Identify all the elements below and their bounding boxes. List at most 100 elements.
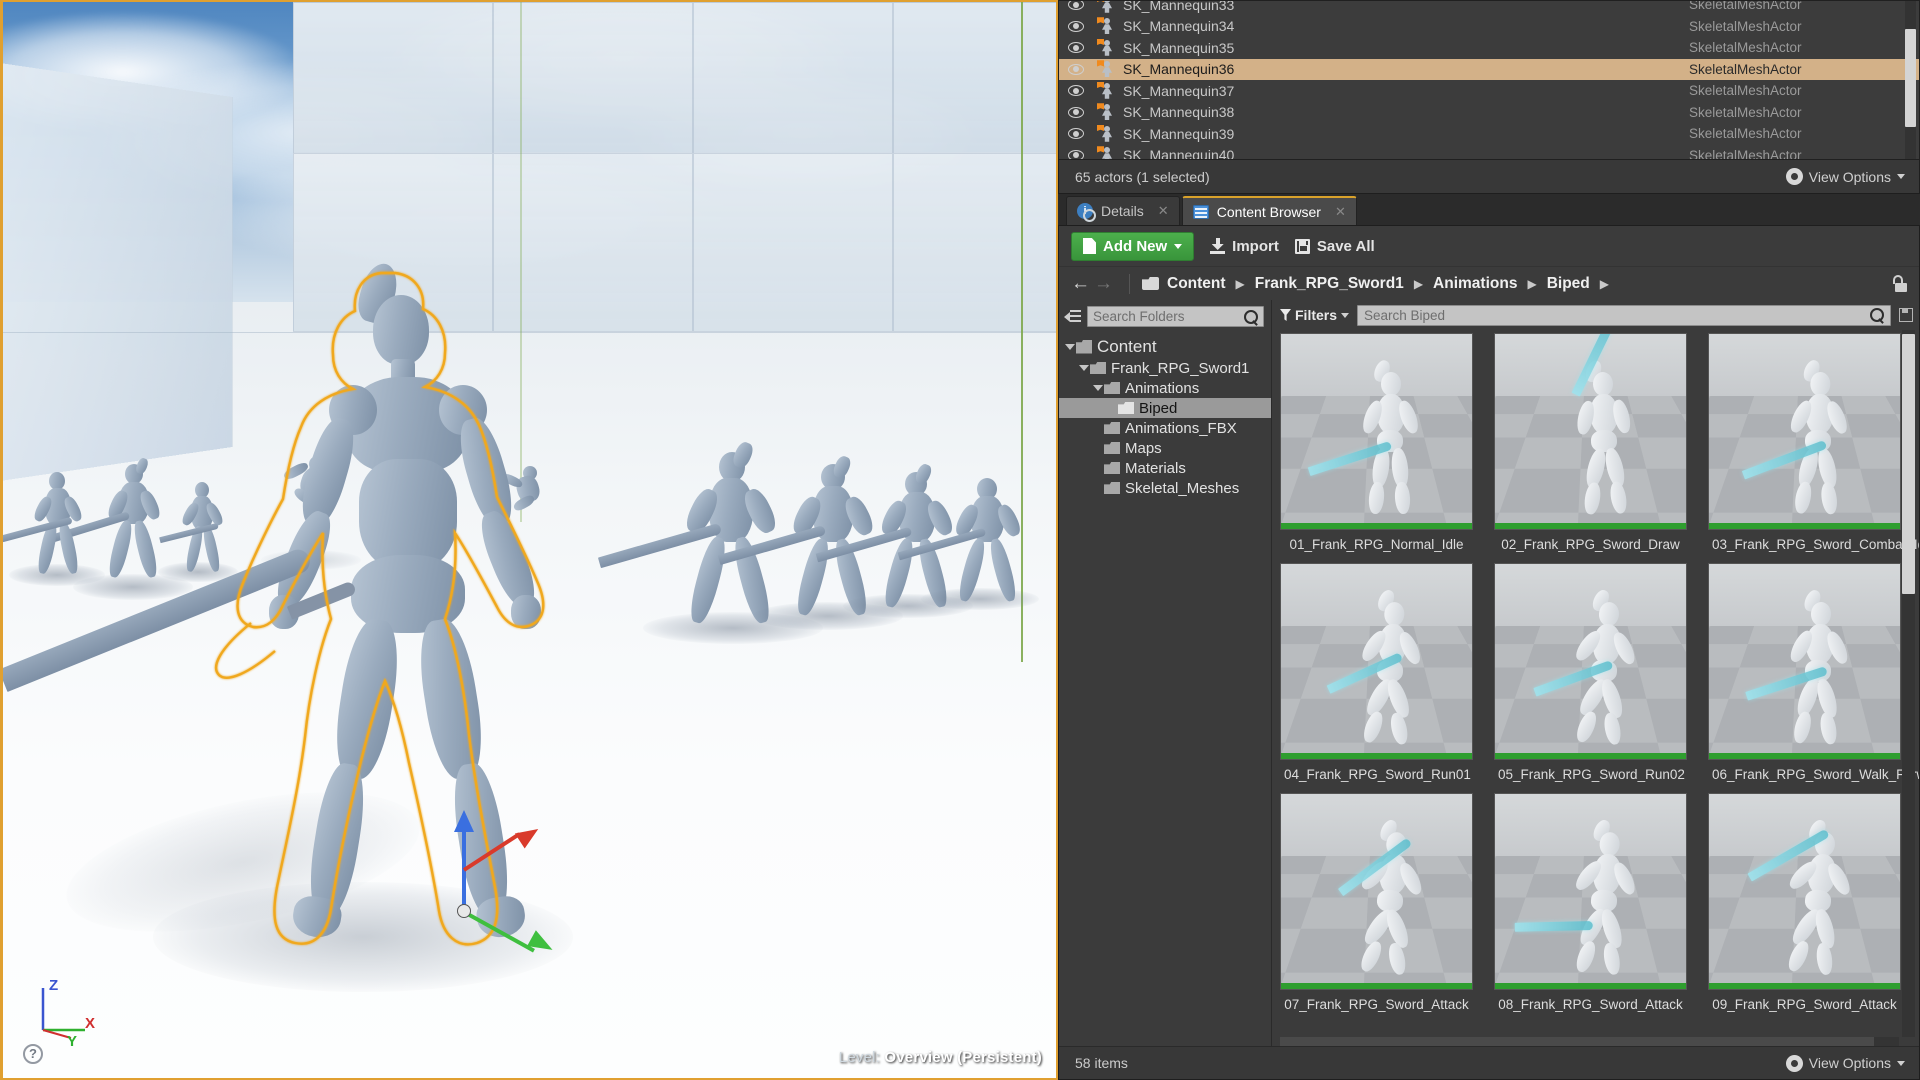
outliner-row[interactable]: SK_Mannequin37 SkeletalMeshActor <box>1059 80 1919 102</box>
breadcrumb-item-animations[interactable]: Animations <box>1433 275 1517 293</box>
gizmo-center-handle[interactable] <box>457 904 471 918</box>
nav-forward-button[interactable]: → <box>1094 273 1113 295</box>
visibility-toggle[interactable] <box>1059 106 1093 118</box>
folder-icon <box>1104 442 1120 454</box>
tab-content-browser[interactable]: Content Browser ✕ <box>1181 196 1357 225</box>
eye-icon <box>1068 42 1084 54</box>
folder-tree-node[interactable]: Animations_FBX <box>1059 418 1271 438</box>
folder-tree-node[interactable]: Content <box>1059 335 1271 358</box>
folder-search-input[interactable]: Search Folders <box>1087 306 1264 327</box>
gizmo-axis-x[interactable] <box>462 832 521 872</box>
folder-icon <box>1076 339 1092 354</box>
visibility-toggle[interactable] <box>1059 42 1093 54</box>
asset-tile[interactable]: 06_Frank_RPG_Sword_Walk_Forward <box>1708 563 1919 793</box>
asset-thumbnail[interactable] <box>1494 333 1687 530</box>
asset-thumbnail[interactable] <box>1708 333 1901 530</box>
asset-horizontal-scrollbar[interactable] <box>1280 1037 1899 1046</box>
asset-label: 07_Frank_RPG_Sword_Attack <box>1284 997 1469 1012</box>
folder-tree-node[interactable]: Maps <box>1059 438 1271 458</box>
folder-tree-node[interactable]: Frank_RPG_Sword1 <box>1059 358 1271 378</box>
breadcrumb-item-content[interactable]: Content <box>1167 275 1226 293</box>
outliner-row-name: SK_Mannequin36 <box>1123 61 1235 78</box>
asset-thumbnail[interactable] <box>1280 793 1473 990</box>
transform-gizmo[interactable] <box>418 810 557 958</box>
nav-back-button[interactable]: ← <box>1071 273 1090 295</box>
gizmo-axis-y[interactable] <box>463 910 535 953</box>
add-new-button[interactable]: Add New <box>1071 231 1195 261</box>
asset-tile[interactable]: 01_Frank_RPG_Normal_Idle <box>1280 333 1473 563</box>
asset-thumbnail[interactable] <box>1280 563 1473 760</box>
expand-triangle-icon[interactable] <box>1091 385 1104 391</box>
save-all-button[interactable]: Save All <box>1294 238 1375 255</box>
outliner-row-type: SkeletalMeshActor <box>1689 18 1802 34</box>
visibility-toggle[interactable] <box>1059 1 1093 11</box>
visibility-toggle[interactable] <box>1059 85 1093 97</box>
asset-thumbnail[interactable] <box>1494 563 1687 760</box>
folder-tree-node[interactable]: Biped <box>1059 398 1271 418</box>
content-browser-view-options-button[interactable]: View Options <box>1785 1054 1905 1072</box>
thumbnail-figure <box>1514 817 1642 976</box>
folder-tree-node[interactable]: Animations <box>1059 378 1271 398</box>
asset-thumbnail[interactable] <box>1280 333 1473 530</box>
asset-thumbnail[interactable] <box>1494 793 1687 990</box>
content-browser-footer: 58 items View Options <box>1059 1046 1919 1079</box>
asset-scrollbar-thumb[interactable] <box>1902 334 1915 594</box>
outliner-row-name: SK_Mannequin40 <box>1123 147 1235 160</box>
world-outliner[interactable]: SK_Mannequin33 SkeletalMeshActor SK_Manneq… <box>1058 0 1920 160</box>
asset-tile[interactable]: 08_Frank_RPG_Sword_Attack <box>1494 793 1687 1023</box>
close-icon[interactable]: ✕ <box>1158 203 1169 219</box>
outliner-row[interactable]: SK_Mannequin35 SkeletalMeshActor <box>1059 37 1919 59</box>
asset-label: 05_Frank_RPG_Sword_Run02 <box>1498 767 1685 782</box>
outliner-row[interactable]: SK_Mannequin36 SkeletalMeshActor <box>1059 58 1919 80</box>
filters-button[interactable]: Filters <box>1280 307 1350 323</box>
tab-details[interactable]: i Details ✕ <box>1066 196 1180 225</box>
expand-triangle-icon[interactable] <box>1063 343 1076 350</box>
visibility-toggle[interactable] <box>1059 63 1093 75</box>
background-character <box>897 478 1033 612</box>
asset-search-input[interactable]: Search Biped <box>1357 304 1891 326</box>
asset-type-color-bar <box>1281 983 1472 989</box>
outliner-scrollbar-thumb[interactable] <box>1905 29 1916 127</box>
visibility-toggle[interactable] <box>1059 20 1093 32</box>
level-viewport[interactable]: Z X Y ? Level: Overview (Persistent) <box>0 0 1058 1080</box>
lock-open-icon[interactable] <box>1891 275 1907 292</box>
skeletal-mesh-icon <box>1093 124 1121 142</box>
asset-grid-scroll-area[interactable]: 01_Frank_RPG_Normal_Idle 02_Frank_RPG_Swo… <box>1272 330 1919 1037</box>
asset-label: 02_Frank_RPG_Sword_Draw <box>1501 537 1680 552</box>
outliner-row[interactable]: SK_Mannequin33 SkeletalMeshActor <box>1059 1 1919 16</box>
expand-triangle-icon[interactable] <box>1077 365 1090 371</box>
save-search-icon[interactable] <box>1899 308 1913 322</box>
asset-tile[interactable]: 07_Frank_RPG_Sword_Attack <box>1280 793 1473 1023</box>
tab-details-label: Details <box>1101 203 1144 219</box>
breadcrumb-item-biped[interactable]: Biped <box>1547 275 1590 293</box>
asset-tile[interactable]: 02_Frank_RPG_Sword_Draw <box>1494 333 1687 563</box>
viewport-help-icon[interactable]: ? <box>23 1044 43 1064</box>
chevron-right-icon: ▶ <box>1235 276 1245 291</box>
asset-search-placeholder: Search Biped <box>1364 307 1446 323</box>
collapse-all-icon[interactable] <box>1064 309 1081 324</box>
outliner-row[interactable]: SK_Mannequin38 SkeletalMeshActor <box>1059 102 1919 124</box>
close-icon[interactable]: ✕ <box>1335 204 1346 220</box>
asset-tile[interactable]: 03_Frank_RPG_Sword_Combat_Idle <box>1708 333 1919 563</box>
outliner-row[interactable]: SK_Mannequin34 SkeletalMeshActor <box>1059 16 1919 38</box>
gizmo-arrow-x[interactable] <box>514 821 544 849</box>
asset-tile[interactable]: 05_Frank_RPG_Sword_Run02 <box>1494 563 1687 793</box>
visibility-toggle[interactable] <box>1059 149 1093 159</box>
folder-tree-node-label: Animations <box>1125 379 1200 397</box>
folder-tree-node[interactable]: Materials <box>1059 458 1271 478</box>
outliner-row[interactable]: SK_Mannequin39 SkeletalMeshActor <box>1059 123 1919 145</box>
outliner-view-options-button[interactable]: View Options <box>1785 168 1905 185</box>
breadcrumb-item-frank-rpg-sword1[interactable]: Frank_RPG_Sword1 <box>1255 275 1404 293</box>
folder-tree-node-label: Biped <box>1139 399 1178 417</box>
asset-label: 01_Frank_RPG_Normal_Idle <box>1289 537 1464 552</box>
asset-tile[interactable]: 04_Frank_RPG_Sword_Run01 <box>1280 563 1473 793</box>
gizmo-arrow-z[interactable] <box>454 810 474 832</box>
visibility-toggle[interactable] <box>1059 128 1093 140</box>
asset-tile[interactable]: 09_Frank_RPG_Sword_Attack <box>1708 793 1901 1023</box>
import-button[interactable]: Import <box>1210 238 1279 255</box>
asset-thumbnail[interactable] <box>1708 563 1901 760</box>
folder-tree-node[interactable]: Skeletal_Meshes <box>1059 478 1271 498</box>
outliner-row[interactable]: SK_Mannequin40 SkeletalMeshActor <box>1059 145 1919 160</box>
asset-thumbnail[interactable] <box>1708 793 1901 990</box>
skeletal-mesh-icon <box>1093 60 1121 78</box>
